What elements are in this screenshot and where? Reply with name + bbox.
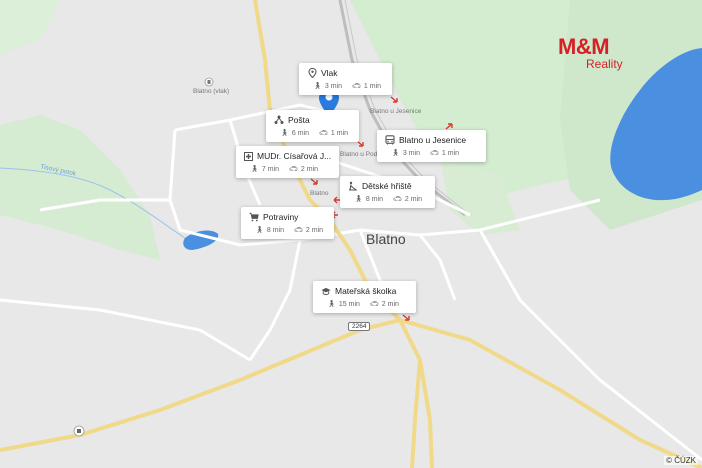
poi-name: Blatno u Jesenice xyxy=(399,135,467,145)
brand-logo: M&M Reality xyxy=(558,34,623,71)
poi-name: Dětské hřiště xyxy=(362,181,412,191)
car-icon: 🚗︎ xyxy=(289,166,298,173)
shopping-cart-icon xyxy=(249,212,259,222)
poi-name: Pošta xyxy=(288,115,310,125)
walk-time: 8 min xyxy=(365,195,384,203)
car-time: 2 min xyxy=(300,165,319,173)
post-office-icon xyxy=(274,115,284,125)
walking-icon: 🚶︎ xyxy=(391,150,400,157)
walk-time: 15 min xyxy=(338,300,360,308)
stop-label: Blatno u Jesenice xyxy=(370,108,422,115)
poi-name: MUDr. Císařová J... xyxy=(257,151,332,161)
map-copyright: © ČÚZK xyxy=(664,456,698,465)
walking-icon: 🚶︎ xyxy=(354,196,363,203)
car-icon: 🚗︎ xyxy=(393,196,402,203)
poi-card-potraviny[interactable]: Potraviny 🚶︎ 8 min 🚗︎ 2 min xyxy=(241,207,334,239)
station-label: Blatno (vlak) xyxy=(193,88,230,95)
school-icon xyxy=(321,286,331,296)
walk-time: 7 min xyxy=(261,165,280,173)
car-time: 2 min xyxy=(404,195,423,203)
playground-icon xyxy=(348,181,358,191)
poi-card-bus[interactable]: Blatno u Jesenice 🚶︎ 3 min 🚗︎ 1 min xyxy=(377,130,486,162)
map-canvas[interactable]: Blatno (vlak) Blatno u Jesenice Blatno u… xyxy=(0,0,702,468)
poi-card-hriste[interactable]: Dětské hřiště 🚶︎ 8 min 🚗︎ 2 min xyxy=(340,176,435,208)
station-icon xyxy=(204,77,214,87)
town-name-label: Blatno xyxy=(366,231,406,247)
car-time: 1 min xyxy=(363,82,382,90)
walk-time: 3 min xyxy=(324,82,343,90)
walking-icon: 🚶︎ xyxy=(327,301,336,308)
walk-time: 3 min xyxy=(402,149,421,157)
medical-cross-icon xyxy=(244,151,253,161)
car-icon: 🚗︎ xyxy=(430,150,439,157)
direction-arrow-icon xyxy=(445,123,453,130)
car-time: 1 min xyxy=(441,149,460,157)
location-pin-icon xyxy=(307,68,317,78)
direction-arrow-icon xyxy=(310,178,318,185)
walking-icon: 🚶︎ xyxy=(280,130,289,137)
walking-icon: 🚶︎ xyxy=(255,227,264,234)
walking-icon: 🚶︎ xyxy=(250,166,259,173)
logo-sub-text: Reality xyxy=(586,57,623,71)
poi-name: Mateřská školka xyxy=(335,286,397,296)
car-time: 2 min xyxy=(381,300,399,308)
poi-card-lekar[interactable]: MUDr. Císařová J... 🚶︎ 7 min 🚗︎ 2 min xyxy=(236,146,339,178)
poi-name: Vlak xyxy=(321,68,338,78)
direction-arrow-icon xyxy=(402,314,410,321)
village-label: Blatno xyxy=(310,190,329,197)
walk-time: 8 min xyxy=(266,226,285,234)
poi-card-vlak[interactable]: Vlak 🚶︎ 3 min 🚗︎ 1 min xyxy=(299,63,392,95)
road-number-shield: 2264 xyxy=(348,322,371,331)
car-icon: 🚗︎ xyxy=(369,301,379,308)
walking-icon: 🚶︎ xyxy=(313,83,322,90)
car-icon: 🚗︎ xyxy=(294,227,303,234)
green-area xyxy=(0,0,60,55)
car-time: 1 min xyxy=(330,129,349,137)
poi-card-skolka[interactable]: Mateřská školka 🚶︎ 15 min 🚗︎ 2 min xyxy=(313,281,416,313)
walk-time: 6 min xyxy=(291,129,310,137)
bus-icon xyxy=(385,135,395,145)
poi-card-posta[interactable]: Pošta 🚶︎ 6 min 🚗︎ 1 min xyxy=(266,110,359,142)
poi-marker-icon xyxy=(73,425,85,437)
poi-name: Potraviny xyxy=(263,212,299,222)
car-icon: 🚗︎ xyxy=(352,83,361,90)
green-area xyxy=(0,115,160,260)
car-time: 2 min xyxy=(305,226,324,234)
direction-arrow-icon xyxy=(390,96,398,103)
car-icon: 🚗︎ xyxy=(319,130,328,137)
